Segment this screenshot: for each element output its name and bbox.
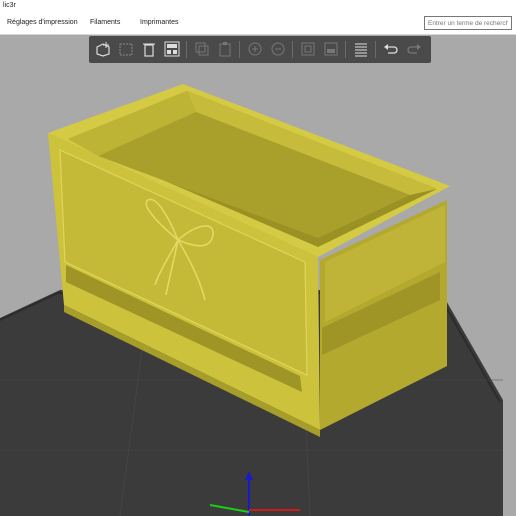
3d-viewport[interactable] xyxy=(0,35,516,516)
layers-editing-icon[interactable] xyxy=(351,39,371,59)
split-objects-icon[interactable] xyxy=(298,39,318,59)
3d-toolbar xyxy=(89,36,431,63)
delete-icon[interactable] xyxy=(116,39,136,59)
title-bar: lic3r xyxy=(0,0,516,12)
add-instance-icon[interactable] xyxy=(245,39,265,59)
scene xyxy=(0,84,503,516)
delete-all-icon[interactable] xyxy=(139,39,159,59)
add-icon[interactable] xyxy=(93,39,113,59)
redo-icon[interactable] xyxy=(404,39,424,59)
tab-printers[interactable]: Imprimantes xyxy=(140,12,179,34)
tab-filaments[interactable]: Filaments xyxy=(90,12,120,34)
remove-instance-icon[interactable] xyxy=(268,39,288,59)
tab-print-settings[interactable]: Réglages d'impression xyxy=(7,12,78,34)
undo-icon[interactable] xyxy=(381,39,401,59)
split-parts-icon[interactable] xyxy=(321,39,341,59)
copy-icon[interactable] xyxy=(192,39,212,59)
arrange-icon[interactable] xyxy=(162,39,182,59)
paste-icon[interactable] xyxy=(215,39,235,59)
window-title: lic3r xyxy=(3,2,16,9)
search-input[interactable] xyxy=(424,16,512,30)
